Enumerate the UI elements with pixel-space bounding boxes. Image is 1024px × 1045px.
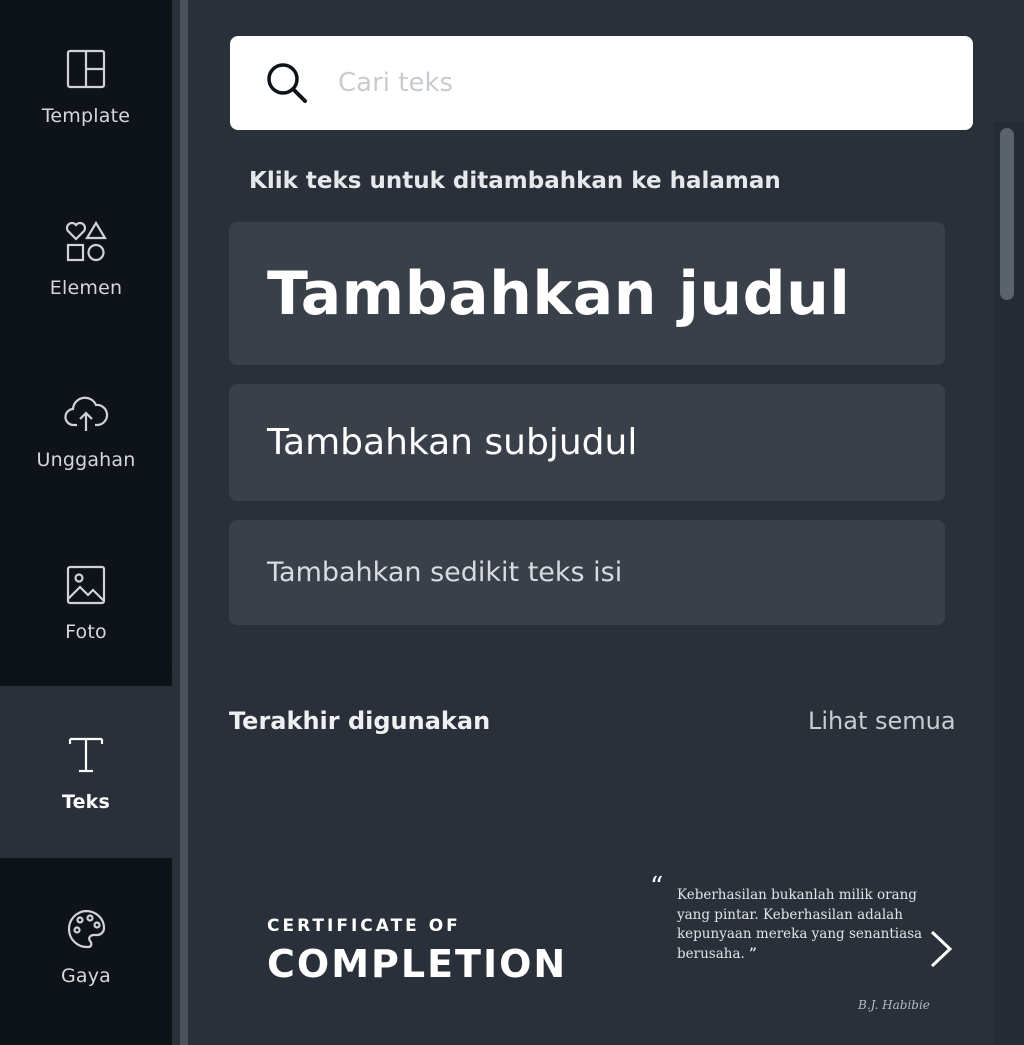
add-subheading-button[interactable]: Tambahkan subjudul bbox=[229, 384, 945, 501]
add-heading-label: Tambahkan judul bbox=[267, 258, 851, 329]
rail-panel-divider bbox=[180, 0, 188, 1045]
certificate-line1: CERTIFICATE OF bbox=[267, 916, 461, 936]
sidebar-item-template[interactable]: Template bbox=[0, 0, 172, 172]
search-input[interactable] bbox=[336, 67, 900, 99]
search-icon bbox=[267, 63, 307, 103]
open-quote-mark: “ bbox=[650, 872, 664, 902]
quote-body: Keberhasilan bukanlah milik orang yang p… bbox=[677, 887, 923, 962]
sidebar-item-unggahan[interactable]: Unggahan bbox=[0, 344, 172, 516]
quote-author: B.J. Habibie bbox=[858, 998, 930, 1012]
recent-item-certificate[interactable]: CERTIFICATE OF COMPLETION bbox=[229, 880, 609, 1000]
quote-text: Keberhasilan bukanlah milik orang yang p… bbox=[677, 886, 932, 964]
sidebar-item-foto[interactable]: Foto bbox=[0, 516, 172, 688]
chevron-right-icon[interactable] bbox=[922, 926, 958, 972]
instruction-text: Klik teks untuk ditambahkan ke halaman bbox=[249, 168, 781, 194]
sidebar-item-label: Gaya bbox=[60, 965, 112, 987]
close-quote-mark: ” bbox=[749, 945, 757, 962]
sidebar-item-label: Teks bbox=[61, 791, 111, 813]
sidebar-item-label: Elemen bbox=[49, 277, 123, 299]
palette-icon bbox=[67, 909, 106, 949]
add-heading-button[interactable]: Tambahkan judul bbox=[229, 222, 945, 365]
text-t-icon bbox=[68, 737, 104, 773]
scrollbar-thumb[interactable] bbox=[1000, 128, 1014, 300]
sidebar-item-label: Foto bbox=[65, 621, 107, 643]
cloud-upload-icon bbox=[64, 396, 109, 431]
see-all-link[interactable]: Lihat semua bbox=[808, 707, 956, 735]
template-layout-icon bbox=[66, 49, 106, 89]
search-bar[interactable] bbox=[230, 36, 973, 130]
add-body-text-button[interactable]: Tambahkan sedikit teks isi bbox=[229, 520, 945, 625]
sidebar-item-label: Unggahan bbox=[36, 449, 136, 471]
sidebar-item-teks[interactable]: Teks bbox=[0, 686, 172, 858]
add-subheading-label: Tambahkan subjudul bbox=[267, 422, 638, 463]
recent-item-quote[interactable]: “ Keberhasilan bukanlah milik orang yang… bbox=[648, 872, 938, 1020]
certificate-line2: COMPLETION bbox=[267, 942, 568, 986]
add-body-text-label: Tambahkan sedikit teks isi bbox=[267, 557, 623, 588]
sidebar-item-gaya[interactable]: Gaya bbox=[0, 860, 172, 1032]
sidebar-item-label: Template bbox=[41, 105, 131, 127]
shapes-icon bbox=[65, 220, 107, 262]
recent-section-title: Terakhir digunakan bbox=[229, 707, 491, 735]
sidebar-item-elemen[interactable]: Elemen bbox=[0, 172, 172, 344]
image-icon bbox=[66, 565, 106, 605]
